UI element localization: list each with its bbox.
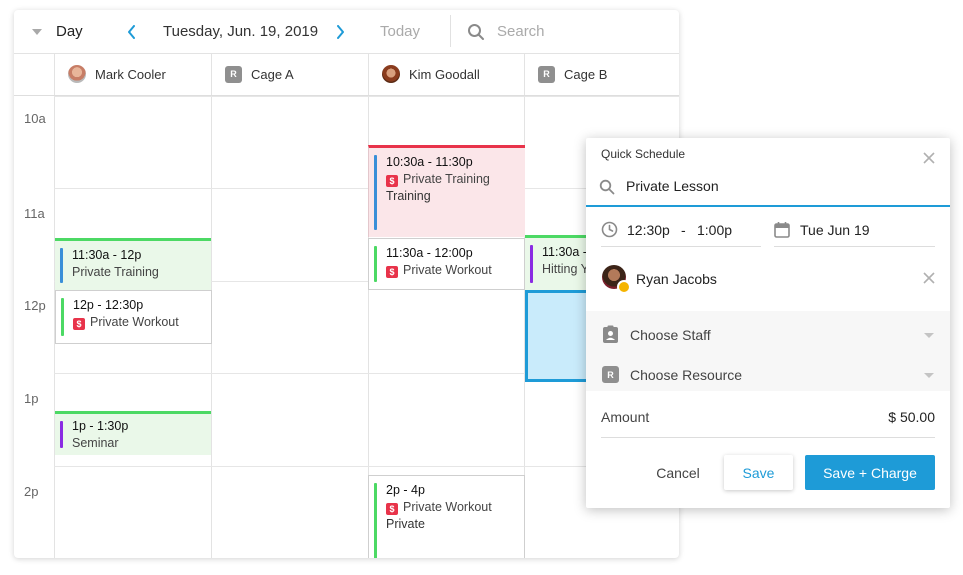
- resource-badge-icon: R: [538, 65, 555, 83]
- clock-icon: [601, 221, 618, 243]
- service-search-value[interactable]: Private Lesson: [626, 178, 719, 194]
- save-charge-button[interactable]: Save + Charge: [805, 455, 935, 490]
- chevron-right-icon[interactable]: [335, 10, 345, 53]
- column-header-kim-goodall[interactable]: Kim Goodall: [368, 53, 525, 95]
- amount-value[interactable]: $ 50.00: [888, 409, 935, 425]
- event-color-bar: [530, 245, 533, 283]
- column-header-row: Mark Cooler R Cage A Kim Goodall R Cage …: [14, 53, 679, 96]
- resource-badge-icon: R: [225, 65, 242, 83]
- save-button[interactable]: Save: [724, 455, 793, 490]
- today-button[interactable]: Today: [380, 10, 420, 53]
- close-icon[interactable]: [922, 271, 936, 290]
- time-label-12p: 12p: [24, 298, 46, 313]
- calendar-toolbar: Day Tuesday, Jun. 19, 2019 Today Search: [14, 10, 679, 54]
- search-icon[interactable]: [467, 10, 485, 53]
- view-dropdown-icon[interactable]: [32, 10, 42, 53]
- event-kim-private-training[interactable]: 10:30a - 11:30p $ Private Training Traini…: [368, 145, 525, 237]
- search-icon: [599, 179, 615, 200]
- column-header-label: Mark Cooler: [95, 66, 166, 82]
- panel-title: Quick Schedule: [601, 147, 686, 161]
- calendar-card: Day Tuesday, Jun. 19, 2019 Today Search …: [14, 10, 679, 558]
- calendar-search-input[interactable]: Search: [497, 10, 545, 53]
- event-title: Hitting Y: [542, 262, 590, 276]
- chevron-down-icon: [924, 333, 934, 338]
- event-time: 11:30a - 12:00p: [386, 246, 473, 260]
- event-time: 12p - 12:30p: [73, 298, 144, 312]
- hour-line: [54, 96, 679, 97]
- event-title: $ Private Workout: [73, 314, 179, 331]
- column-header-cage-a[interactable]: R Cage A: [211, 53, 368, 95]
- time-separator: -: [681, 222, 686, 238]
- event-title: $ Private Workout: [386, 262, 492, 279]
- column-header-label: Kim Goodall: [409, 66, 480, 82]
- event-color-bar: [60, 248, 63, 283]
- dollar-icon: $: [386, 503, 398, 515]
- dollar-icon: $: [386, 175, 398, 187]
- toolbar-divider: [450, 15, 451, 47]
- avatar: [382, 65, 400, 83]
- choose-staff-select[interactable]: Choose Staff: [586, 311, 950, 351]
- choose-staff-label: Choose Staff: [630, 327, 711, 343]
- calendar-icon: [774, 221, 790, 243]
- client-name: Ryan Jacobs: [636, 271, 717, 287]
- time-label-11a: 11a: [24, 206, 45, 221]
- event-time: 1p - 1:30p: [72, 419, 129, 433]
- event-time: 2p - 4p: [386, 483, 425, 497]
- current-date-label[interactable]: Tuesday, Jun. 19, 2019: [163, 10, 318, 53]
- event-subtitle: Private: [386, 517, 425, 531]
- time-range-field[interactable]: 12:30p - 1:00p: [601, 215, 761, 247]
- event-title: Seminar: [72, 436, 119, 450]
- event-title: $ Private Workout: [386, 499, 492, 516]
- avatar: [68, 65, 86, 83]
- event-color-bar: [374, 155, 377, 230]
- time-label-10a: 10a: [24, 111, 46, 126]
- start-time[interactable]: 12:30p: [627, 222, 670, 238]
- event-title: Private Training: [72, 265, 159, 279]
- event-mark-private-training[interactable]: 11:30a - 12p Private Training: [55, 238, 211, 290]
- client-status-badge: [617, 280, 631, 294]
- time-label-1p: 1p: [24, 391, 39, 406]
- column-header-cage-b[interactable]: R Cage B: [524, 53, 679, 95]
- event-mark-seminar[interactable]: 1p - 1:30p Seminar: [55, 411, 211, 455]
- event-kim-private-workout[interactable]: 11:30a - 12:00p $ Private Workout: [368, 238, 525, 290]
- time-label-2p: 2p: [24, 484, 39, 499]
- amount-label: Amount: [601, 409, 650, 425]
- event-color-bar: [61, 298, 64, 336]
- chevron-down-icon: [924, 373, 934, 378]
- event-color-bar: [374, 483, 377, 558]
- cancel-button[interactable]: Cancel: [638, 455, 718, 490]
- column-header-label: Cage A: [251, 66, 294, 82]
- quick-schedule-panel: Quick Schedule Private Lesson 12:30p - 1…: [586, 138, 950, 508]
- day-grid[interactable]: 10a 11a 12p 1p 2p 10:30a - 11:30p $ Priva…: [14, 96, 679, 558]
- dollar-icon: $: [73, 318, 85, 330]
- close-icon[interactable]: [922, 151, 936, 165]
- resource-badge-icon: R: [602, 366, 619, 383]
- staff-badge-icon: [602, 325, 619, 349]
- event-color-bar: [60, 421, 63, 448]
- event-time: 11:30a -: [542, 245, 587, 259]
- date-value[interactable]: Tue Jun 19: [800, 222, 870, 238]
- event-title: $ Private Training: [386, 171, 490, 188]
- event-color-bar: [374, 246, 377, 282]
- event-time: 10:30a - 11:30p: [386, 155, 473, 169]
- chevron-left-icon[interactable]: [127, 10, 137, 53]
- end-time[interactable]: 1:00p: [697, 222, 732, 238]
- dollar-icon: $: [386, 266, 398, 278]
- view-selector[interactable]: Day: [56, 10, 83, 53]
- amount-field[interactable]: Amount $ 50.00: [601, 401, 935, 438]
- choose-resource-select[interactable]: R Choose Resource: [586, 351, 950, 391]
- event-time: 11:30a - 12p: [72, 248, 142, 262]
- column-header-mark-cooler[interactable]: Mark Cooler: [54, 53, 212, 95]
- event-kim-private-workout-2p[interactable]: 2p - 4p $ Private Workout Private: [368, 475, 525, 558]
- date-field[interactable]: Tue Jun 19: [774, 215, 935, 247]
- assignment-section: Choose Staff R Choose Resource: [586, 311, 950, 391]
- column-header-label: Cage B: [564, 66, 608, 82]
- event-mark-private-workout[interactable]: 12p - 12:30p $ Private Workout: [55, 290, 212, 344]
- choose-resource-label: Choose Resource: [630, 367, 743, 383]
- event-subtitle: Training: [386, 189, 431, 203]
